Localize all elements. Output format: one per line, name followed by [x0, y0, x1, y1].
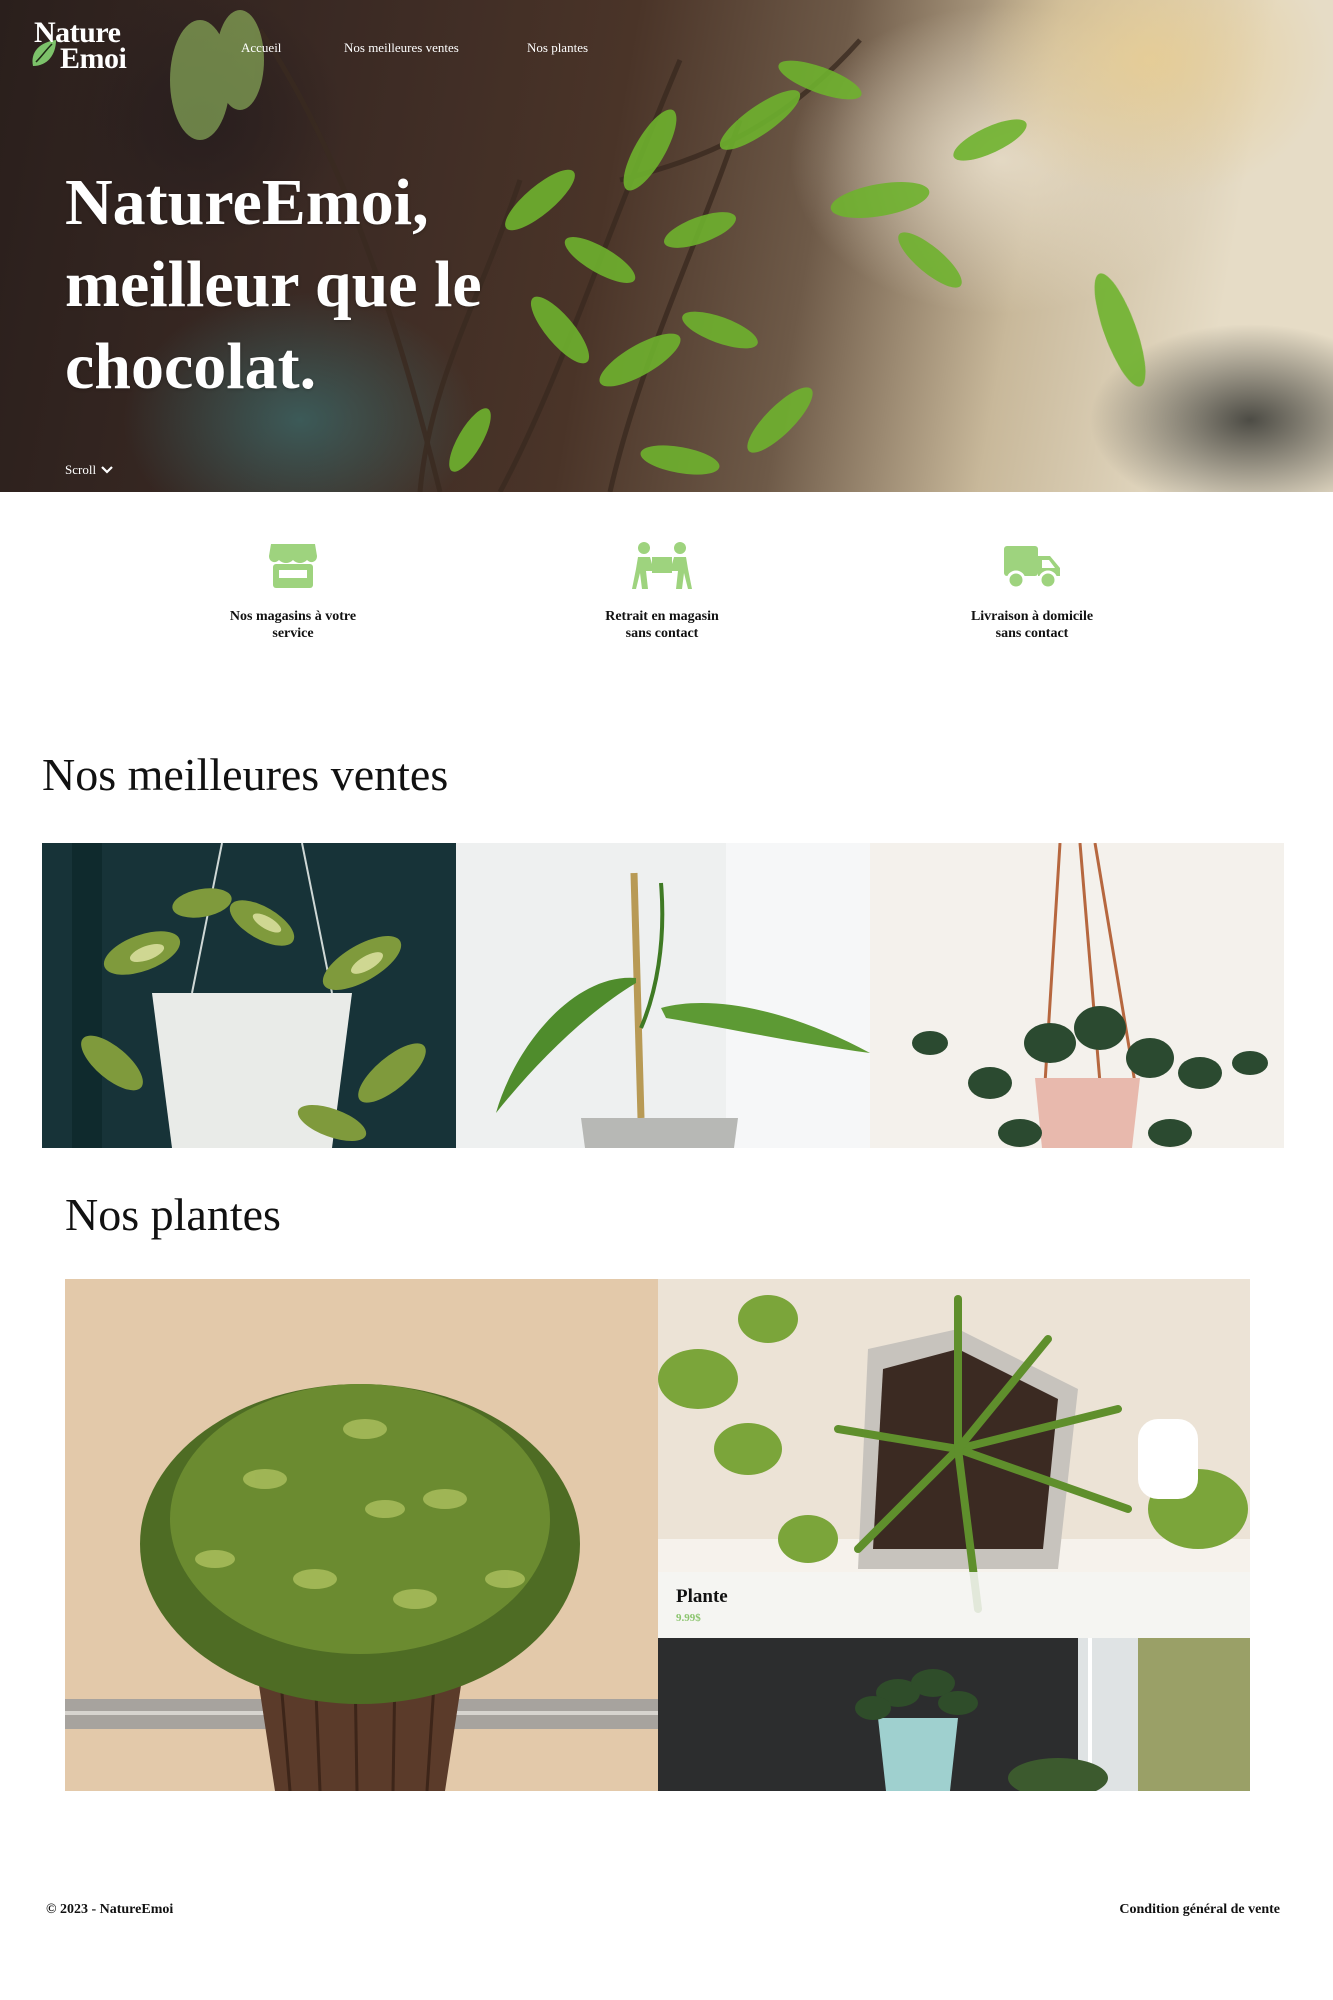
best-sellers-title: Nos meilleures ventes — [42, 749, 449, 800]
store-icon — [269, 544, 317, 588]
hanging-plant-image — [658, 1638, 1250, 1791]
best-sellers-gallery — [42, 843, 1284, 1148]
feature-stores: Nos magasins à votre service — [193, 540, 393, 642]
product-tile-hoya[interactable] — [42, 843, 456, 1148]
plant-card-caption: Plante 9.99$ — [658, 1572, 1250, 1638]
chevron-down-icon — [101, 466, 113, 474]
plant-card-price: 9.99$ — [676, 1612, 701, 1624]
feature-stores-label: Nos magasins à votre service — [229, 609, 357, 641]
footer-copyright: © 2023 - NatureEmoi — [46, 1902, 174, 1917]
nav-link-plants[interactable]: Nos plantes — [527, 40, 588, 56]
feature-delivery-label: Livraison à domicile sans contact — [970, 609, 1094, 641]
nav-link-best-sellers[interactable]: Nos meilleures ventes — [344, 40, 459, 56]
product-tile-scindapsus[interactable] — [870, 843, 1284, 1148]
product-tile-vanilla[interactable] — [456, 843, 870, 1148]
scroll-label: Scroll — [65, 462, 97, 477]
feature-pickup: Retrait en magasin sans contact — [562, 540, 762, 642]
truck-icon — [1004, 546, 1060, 590]
plants-gallery: Plante 9.99$ — [65, 1279, 1250, 1791]
boxwood-plant-image — [65, 1279, 658, 1791]
scroll-button[interactable]: Scroll — [65, 462, 113, 478]
movers-icon — [632, 542, 692, 589]
hero-title: NatureEmoi, meilleur que le chocolat. — [65, 166, 482, 403]
feature-delivery: Livraison à domicile sans contact — [932, 540, 1132, 642]
scindapsus-plant-image — [870, 843, 1284, 1148]
plant-tile-boxwood[interactable] — [65, 1279, 658, 1791]
site-logo[interactable]: Nature Emoi — [30, 18, 142, 74]
plant-card-name: Plante — [676, 1586, 728, 1607]
plants-title: Nos plantes — [65, 1189, 281, 1240]
logo-text-line2: Emoi — [60, 42, 127, 75]
plant-tile-hanging[interactable] — [658, 1638, 1250, 1791]
hoya-plant-image — [42, 843, 456, 1148]
hero-banner: Nature Emoi Accueil Nos meilleures vente… — [0, 0, 1333, 492]
vanilla-plant-image — [456, 843, 870, 1148]
feature-pickup-label: Retrait en magasin sans contact — [605, 609, 719, 641]
features-section: Nos magasins à votre service Retrait en … — [0, 540, 1333, 650]
terms-link[interactable]: Condition général de vente — [1119, 1902, 1280, 1918]
nav-link-accueil[interactable]: Accueil — [241, 40, 281, 56]
plant-card-featured[interactable]: Plante 9.99$ — [658, 1279, 1250, 1638]
